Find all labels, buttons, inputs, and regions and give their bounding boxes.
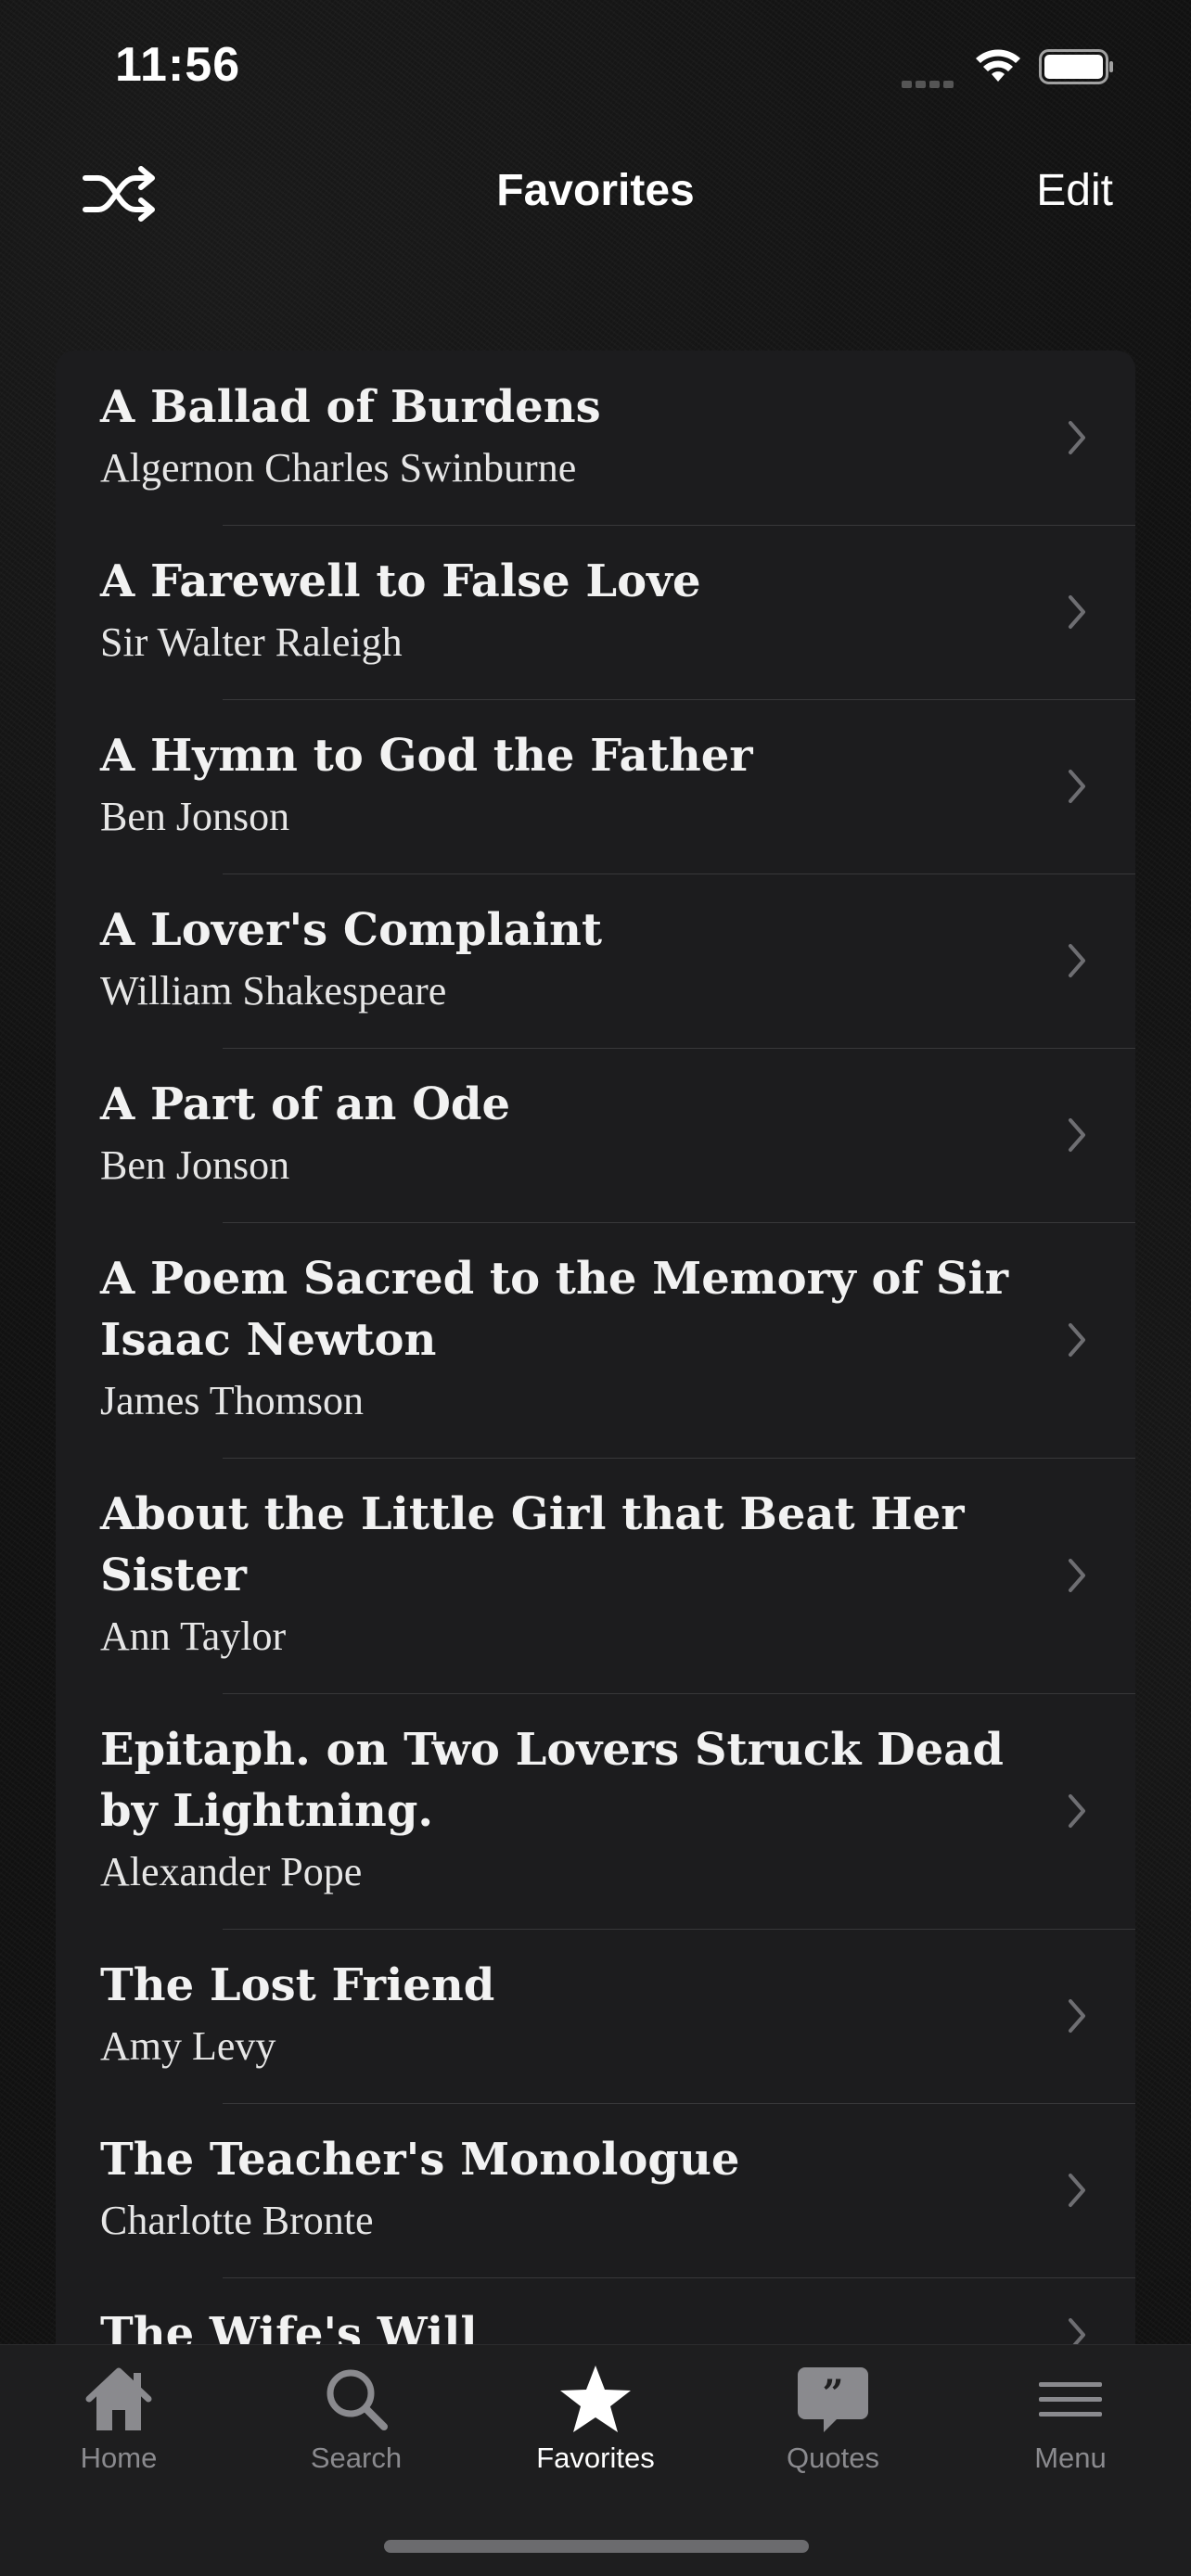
tab-home-label: Home	[80, 2442, 158, 2474]
poem-title: A Lover's Complaint	[100, 904, 603, 956]
menu-icon	[1039, 2382, 1102, 2417]
home-icon	[85, 2367, 152, 2430]
chevron-right-icon	[1069, 2174, 1085, 2207]
wifi-icon	[976, 49, 1020, 82]
status-time: 11:56	[115, 38, 241, 92]
poem-title: A Ballad of Burdens	[100, 381, 601, 433]
tab-favorites-label: Favorites	[536, 2442, 655, 2474]
navigation-bar: Favorites Edit	[0, 139, 1191, 250]
chevron-right-icon	[1069, 2318, 1085, 2344]
list-item[interactable]: A Hymn to God the Father Ben Jonson	[56, 699, 1135, 874]
list-item[interactable]: The Lost Friend Amy Levy	[56, 1929, 1135, 2103]
poem-author: William Shakespeare	[100, 968, 447, 1014]
poem-author: James Thomson	[100, 1378, 364, 1423]
list-item[interactable]: A Lover's Complaint William Shakespeare	[56, 874, 1135, 1048]
star-icon	[560, 2366, 631, 2432]
list-item[interactable]: Epitaph. on Two Lovers Struck Dead by Li…	[56, 1693, 1135, 1929]
tab-menu-label: Menu	[1034, 2442, 1107, 2474]
poem-title: Epitaph. on Two Lovers Struck Dead by Li…	[100, 1724, 1004, 1837]
quote-bubble-icon: ”	[798, 2367, 868, 2432]
poem-title: The Lost Friend	[100, 1959, 495, 2011]
favorites-list: A Ballad of Burdens Algernon Charles Swin…	[56, 351, 1135, 2344]
poem-title: The Wife's Will	[100, 2308, 478, 2344]
tab-search-label: Search	[310, 2442, 403, 2474]
tab-quotes[interactable]: ” Quotes	[749, 2364, 916, 2493]
chevron-right-icon	[1069, 595, 1085, 629]
cellular-signal-icon	[902, 76, 957, 88]
tab-search[interactable]: Search	[273, 2364, 440, 2493]
chevron-right-icon	[1069, 1999, 1085, 2033]
poem-title: A Poem Sacred to the Memory of Sir Isaac…	[100, 1253, 1009, 1366]
poem-author: Alexander Pope	[100, 1849, 363, 1894]
poem-title: The Teacher's Monologue	[100, 2134, 740, 2186]
poem-title: A Part of an Ode	[100, 1078, 511, 1130]
status-bar: 11:56	[0, 0, 1191, 130]
list-item[interactable]: A Ballad of Burdens Algernon Charles Swin…	[56, 351, 1135, 525]
poem-author: Charlotte Bronte	[100, 2198, 374, 2243]
poem-author: Algernon Charles Swinburne	[100, 445, 577, 491]
chevron-right-icon	[1069, 1118, 1085, 1152]
poem-author: Sir Walter Raleigh	[100, 619, 403, 665]
poem-author: Ben Jonson	[100, 794, 290, 839]
list-item[interactable]: A Part of an Ode Ben Jonson	[56, 1048, 1135, 1222]
poem-author: Amy Levy	[100, 2023, 276, 2069]
tab-menu[interactable]: Menu	[987, 2364, 1154, 2493]
list-item[interactable]: The Teacher's Monologue Charlotte Bronte	[56, 2103, 1135, 2277]
chevron-right-icon	[1069, 1559, 1085, 1592]
battery-icon	[1039, 49, 1113, 84]
list-item[interactable]: The Wife's Will	[56, 2277, 1135, 2344]
tab-quotes-label: Quotes	[787, 2442, 879, 2474]
poem-title: About the Little Girl that Beat Her Sist…	[100, 1488, 965, 1601]
edit-button[interactable]: Edit	[1036, 165, 1113, 216]
chevron-right-icon	[1069, 944, 1085, 977]
tab-home[interactable]: Home	[35, 2364, 202, 2493]
home-indicator	[384, 2540, 809, 2553]
list-item[interactable]: A Poem Sacred to the Memory of Sir Isaac…	[56, 1222, 1135, 1458]
page-title: Favorites	[496, 166, 695, 215]
poem-author: Ben Jonson	[100, 1142, 290, 1188]
chevron-right-icon	[1069, 421, 1085, 454]
chevron-right-icon	[1069, 1794, 1085, 1828]
tab-favorites[interactable]: Favorites	[512, 2364, 679, 2493]
poem-title: A Farewell to False Love	[100, 555, 701, 607]
poem-title: A Hymn to God the Father	[100, 730, 753, 782]
poem-author: Ann Taylor	[100, 1613, 287, 1659]
search-icon	[327, 2369, 388, 2430]
svg-text:”: ”	[822, 2372, 843, 2416]
chevron-right-icon	[1069, 1323, 1085, 1357]
chevron-right-icon	[1069, 770, 1085, 803]
list-item[interactable]: About the Little Girl that Beat Her Sist…	[56, 1458, 1135, 1693]
list-item[interactable]: A Farewell to False Love Sir Walter Ralei…	[56, 525, 1135, 699]
